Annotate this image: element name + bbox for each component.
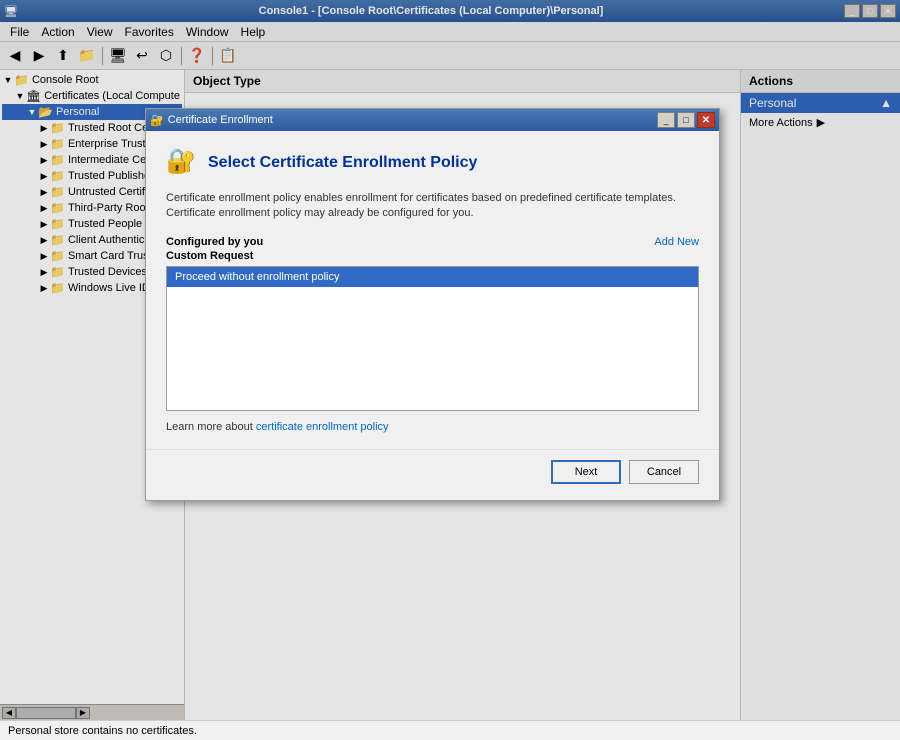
learn-more-link[interactable]: certificate enrollment policy [256, 421, 389, 433]
policy-section-header: Configured by you Add New [166, 236, 699, 248]
dialog-icon: 🔐 [150, 114, 164, 127]
dialog-header: 🔐 Select Certificate Enrollment Policy [166, 147, 699, 179]
status-bar: Personal store contains no certificates. [0, 720, 900, 740]
dialog-description: Certificate enrollment policy enables en… [166, 191, 699, 222]
dialog-buttons: Next Cancel [146, 449, 719, 500]
add-new-link[interactable]: Add New [654, 236, 699, 248]
certificate-enrollment-dialog: 🔐 Certificate Enrollment _ □ ✕ 🔐 Select … [145, 108, 720, 501]
cert-enrollment-icon: 🔐 [166, 147, 198, 179]
custom-request-label: Custom Request [166, 250, 699, 262]
dialog-title-left: 🔐 Certificate Enrollment [150, 114, 273, 127]
dialog-controls: _ □ ✕ [657, 112, 715, 128]
next-button[interactable]: Next [551, 460, 621, 484]
dialog-main-title: Select Certificate Enrollment Policy [208, 154, 477, 172]
dialog-minimize-button[interactable]: _ [657, 112, 675, 128]
dialog-desc-line1: Certificate enrollment policy enables en… [166, 192, 676, 204]
dialog-desc-line2: Certificate enrollment policy may alread… [166, 207, 474, 219]
dialog-title-bar: 🔐 Certificate Enrollment _ □ ✕ [146, 109, 719, 131]
learn-more: Learn more about certificate enrollment … [166, 421, 699, 433]
dialog-maximize-button[interactable]: □ [677, 112, 695, 128]
dialog-content: 🔐 Select Certificate Enrollment Policy C… [146, 131, 719, 449]
cancel-button[interactable]: Cancel [629, 460, 699, 484]
configured-by-label: Configured by you [166, 236, 263, 248]
dialog-overlay: 🔐 Certificate Enrollment _ □ ✕ 🔐 Select … [0, 0, 900, 720]
dialog-title-text: Certificate Enrollment [168, 114, 273, 126]
status-text: Personal store contains no certificates. [8, 725, 197, 737]
policy-list[interactable]: Proceed without enrollment policy [166, 266, 699, 411]
policy-item-no-enrollment[interactable]: Proceed without enrollment policy [167, 267, 698, 287]
learn-more-text: Learn more about [166, 421, 256, 433]
dialog-close-button[interactable]: ✕ [697, 112, 715, 128]
